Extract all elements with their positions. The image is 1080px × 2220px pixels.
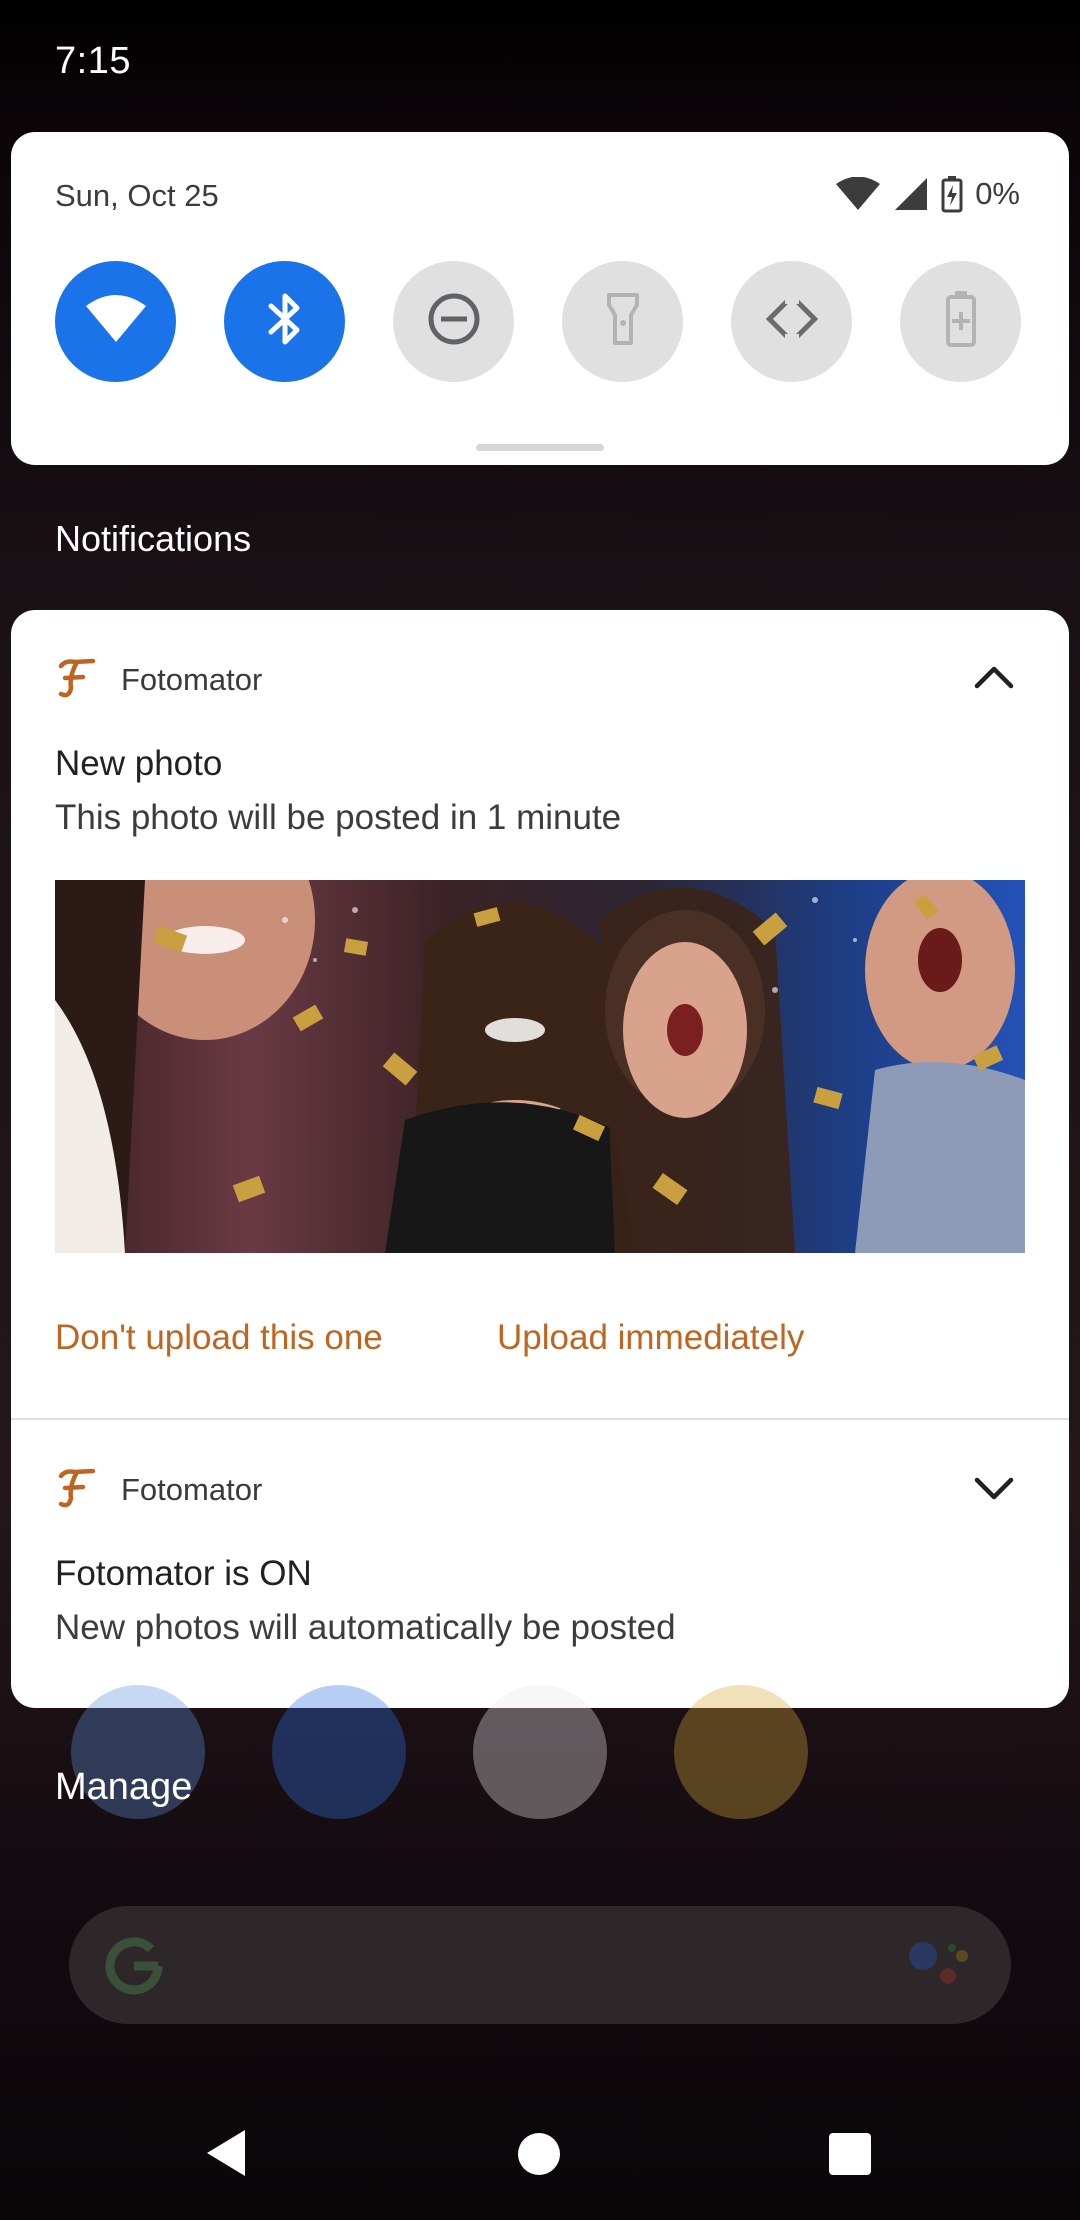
home-button[interactable] — [518, 2133, 560, 2175]
messages-app-icon — [272, 1685, 406, 1819]
notification-divider — [11, 1418, 1069, 1420]
notification-title: New photo — [55, 744, 223, 783]
manage-notifications-button[interactable]: Manage — [55, 1766, 192, 1809]
fotomator-app-icon — [55, 658, 97, 705]
google-g-icon — [100, 1932, 168, 2005]
auto-rotate-icon — [763, 290, 821, 353]
google-assistant-icon[interactable] — [908, 1940, 972, 1995]
recents-button[interactable] — [829, 2133, 871, 2175]
battery-percent: 0% — [975, 176, 1020, 211]
back-button[interactable] — [205, 2128, 247, 2183]
cell-signal-icon — [893, 177, 929, 211]
chrome-app-icon — [674, 1685, 808, 1819]
notification-title: Fotomator is ON — [55, 1554, 312, 1593]
battery-saver-tile[interactable] — [900, 261, 1021, 382]
do-not-disturb-tile[interactable] — [393, 261, 514, 382]
status-time: 7:15 — [55, 40, 131, 82]
wifi-icon — [84, 294, 148, 349]
google-search-bar[interactable] — [69, 1906, 1011, 2024]
bluetooth-tile[interactable] — [224, 261, 345, 382]
notification-text: This photo will be posted in 1 minute — [55, 798, 622, 837]
flashlight-icon — [605, 291, 641, 352]
expand-chevron-icon[interactable] — [973, 1476, 1015, 1509]
notification-photo-preview[interactable] — [55, 880, 1025, 1253]
battery-charging-icon — [941, 175, 963, 213]
notifications-header: Notifications — [55, 518, 252, 559]
notification-app-name: Fotomator — [121, 662, 263, 697]
dont-upload-button[interactable]: Don't upload this one — [55, 1318, 383, 1358]
bluetooth-icon — [265, 290, 305, 353]
play-store-app-icon — [473, 1685, 607, 1819]
quick-settings-drag-handle[interactable] — [476, 444, 604, 451]
wifi-signal-icon — [835, 177, 881, 211]
fotomator-app-icon — [55, 1468, 97, 1515]
notification-app-name: Fotomator — [121, 1472, 263, 1507]
battery-saver-icon — [945, 290, 977, 353]
collapse-chevron-icon[interactable] — [973, 662, 1015, 695]
flashlight-tile[interactable] — [562, 261, 683, 382]
wifi-tile[interactable] — [55, 261, 176, 382]
notification-text: New photos will automatically be posted — [55, 1608, 676, 1647]
upload-immediately-button[interactable]: Upload immediately — [497, 1318, 804, 1358]
auto-rotate-tile[interactable] — [731, 261, 852, 382]
quick-settings-date[interactable]: Sun, Oct 25 — [55, 178, 219, 214]
status-icons: 0% — [835, 172, 1020, 216]
do-not-disturb-icon — [427, 292, 481, 351]
